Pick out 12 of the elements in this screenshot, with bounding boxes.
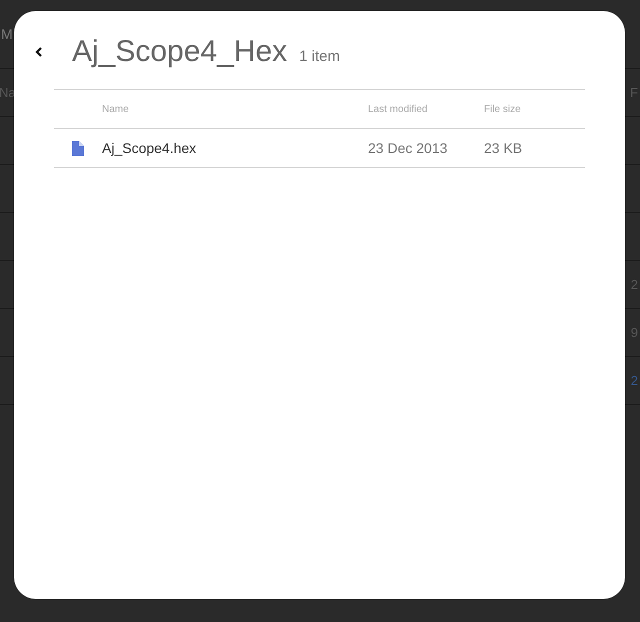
background-link[interactable]: 2 (630, 373, 638, 388)
background-header-text: M (1, 26, 13, 42)
item-count: 1 item (299, 48, 340, 65)
modified-date: 23 Dec 2013 (368, 140, 448, 156)
file-name[interactable]: Aj_Scope4.hex (102, 140, 368, 156)
file-size: 23 KB (484, 140, 524, 156)
column-header[interactable]: Name (102, 104, 368, 114)
column-header[interactable]: File size (484, 104, 585, 114)
column-header[interactable]: Last modified (368, 104, 484, 114)
folder-title: Aj_Scope4_Hex (72, 35, 288, 69)
back-icon[interactable] (34, 46, 44, 58)
file-icon (72, 140, 84, 156)
